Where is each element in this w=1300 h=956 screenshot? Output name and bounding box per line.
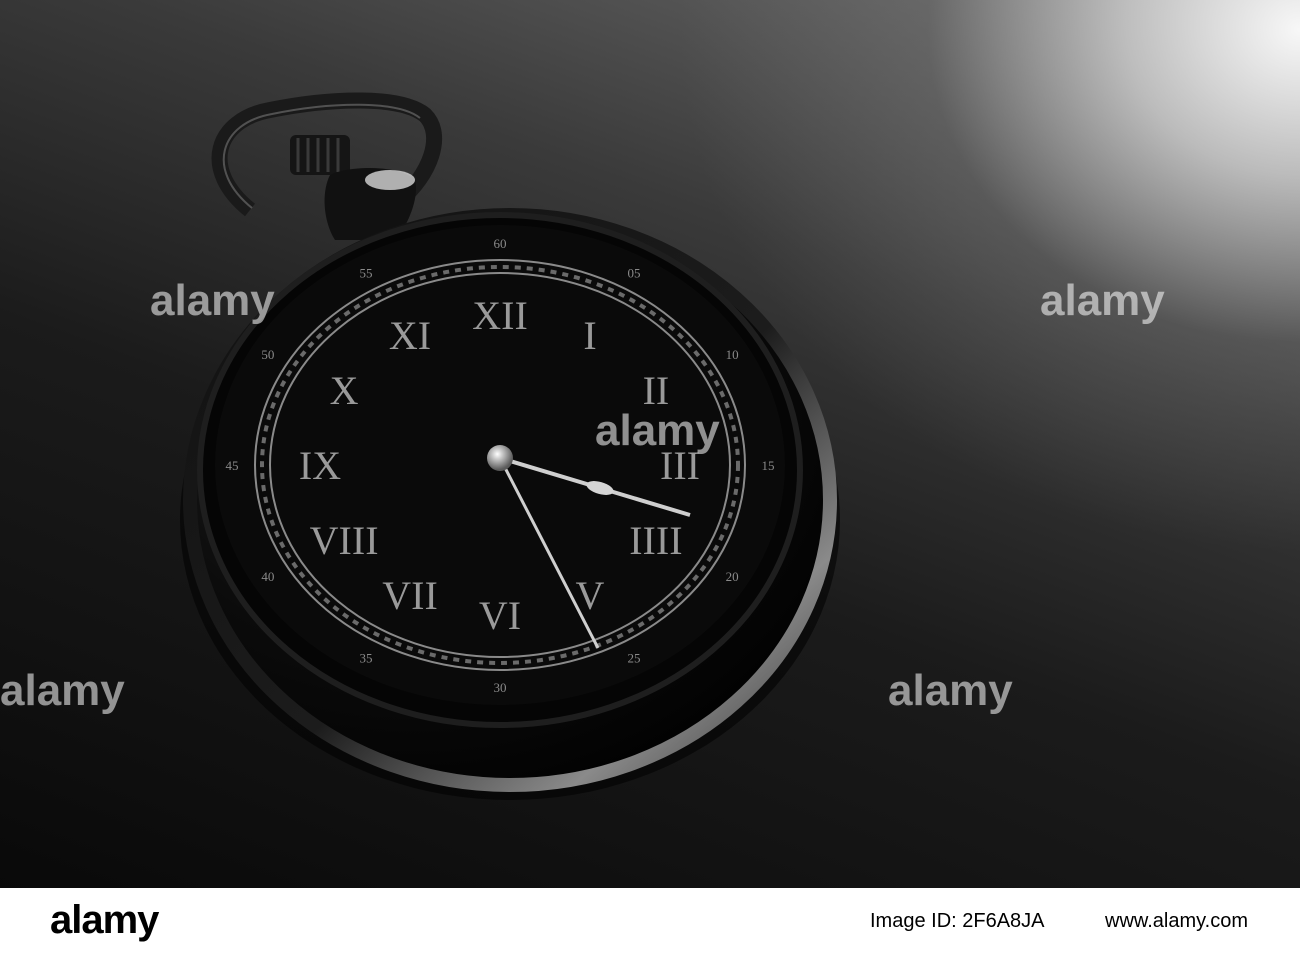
watermark-logo: alamy xyxy=(595,406,720,455)
watermark-logo: alamy xyxy=(1040,276,1165,325)
watermark-group: alamy alamy alamy alamy alamy xyxy=(0,276,1165,715)
watermark-logo: alamy xyxy=(0,666,125,715)
photo: I II III IIII V VI VII VIII IX X XI XII 05 10 15 20 25 30… xyxy=(0,0,1300,956)
watermark-layer: alamy alamy alamy alamy alamy xyxy=(0,276,1165,715)
image-id: Image ID: 2F6A8JA xyxy=(870,910,1045,932)
watermark-logo: alamy xyxy=(888,666,1013,715)
stock-banner: alamy Image ID: 2F6A8JA www.alamy.com xyxy=(0,888,1300,956)
watermark-logo: alamy xyxy=(150,276,275,325)
site-url[interactable]: www.alamy.com xyxy=(1105,910,1248,933)
banner-logo[interactable]: alamy xyxy=(50,898,159,943)
